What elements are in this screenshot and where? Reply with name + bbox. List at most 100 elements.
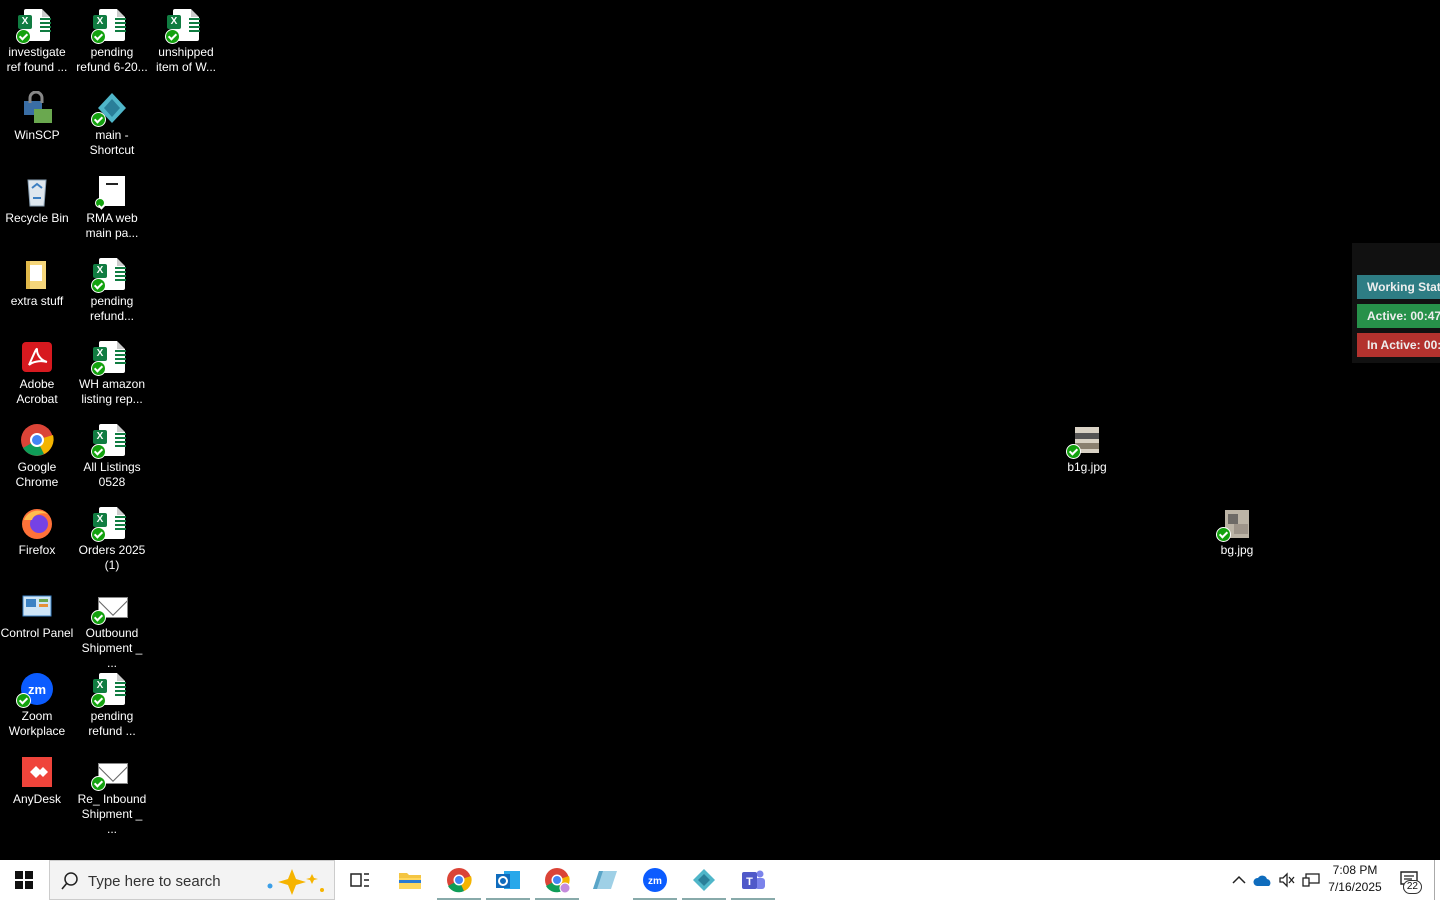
desktop-icon-firefox[interactable]: Firefox — [0, 500, 74, 558]
desktop-icon-adobe-acrobat[interactable]: Adobe Acrobat — [0, 334, 74, 407]
taskbar-zoom-button[interactable]: zm — [631, 860, 679, 900]
icon-label: RMA web main pa... — [85, 211, 139, 240]
working-status: Working Stat — [1357, 275, 1440, 299]
icon-label: pending refund... — [89, 294, 135, 323]
icon-label: Orders 2025 (1) — [78, 543, 146, 572]
mail-icon — [91, 589, 129, 625]
icon-label: Firefox — [18, 543, 56, 557]
windows-icon — [15, 871, 33, 889]
excel-file-icon: X — [91, 506, 129, 542]
desktop-icon-anydesk[interactable]: AnyDesk — [0, 749, 74, 807]
desktop-icon-pending-refund[interactable]: X pending refund... — [75, 251, 149, 324]
icon-label: All Listings 0528 — [83, 460, 141, 489]
app-shortcut-icon — [593, 871, 617, 889]
icon-label: Recycle Bin — [5, 211, 69, 225]
onedrive-button[interactable] — [1251, 860, 1275, 900]
excel-file-icon: X — [91, 672, 129, 708]
outlook-icon — [496, 871, 520, 889]
teams-icon: T — [742, 870, 765, 889]
icon-label: Adobe Acrobat — [16, 377, 58, 406]
desktop-icon-extra-stuff[interactable]: extra stuff — [0, 251, 74, 309]
network-icon — [1302, 873, 1320, 887]
desktop-icon-unshipped-item[interactable]: X unshipped item of W... — [149, 2, 223, 75]
icon-label: b1g.jpg — [1067, 460, 1107, 474]
taskbar-teams-button[interactable]: T — [729, 860, 777, 900]
zoom-icon: zm — [16, 672, 54, 708]
icon-label: unshipped item of W... — [155, 45, 216, 74]
desktop-icon-pending-refund-2[interactable]: X pending refund ... — [75, 666, 149, 739]
icon-label: pending refund 6-20... — [76, 45, 148, 74]
icon-label: pending refund ... — [88, 709, 136, 738]
clock-time: 7:08 PM — [1332, 863, 1378, 877]
icon-label: Outbound Shipment _ ... — [81, 626, 143, 670]
icon-label: Google Chrome — [15, 460, 59, 489]
icon-label: WinSCP — [14, 128, 60, 142]
excel-file-icon: X — [91, 8, 129, 44]
taskbar-chrome-button[interactable] — [435, 860, 483, 900]
desktop-icon-bg-jpg[interactable]: bg.jpg — [1200, 500, 1274, 558]
acrobat-icon — [20, 340, 54, 374]
chrome-icon — [447, 868, 472, 893]
recycle-bin-icon — [20, 174, 54, 208]
main-app-icon — [693, 869, 715, 891]
clock[interactable]: 7:08 PM 7/16/2025 — [1322, 862, 1388, 896]
desktop-icon-orders-2025[interactable]: X Orders 2025 (1) — [75, 500, 149, 573]
desktop-icon-rma-web[interactable]: RMA web main pa... — [75, 168, 149, 241]
desktop-icon-outbound-shipment[interactable]: Outbound Shipment _ ... — [75, 583, 149, 671]
svg-text:zm: zm — [28, 682, 46, 697]
taskbar-main-app-button[interactable] — [680, 860, 728, 900]
desktop-icon-control-panel[interactable]: Control Panel — [0, 583, 74, 641]
folder-icon — [399, 873, 421, 889]
start-button[interactable] — [0, 860, 48, 900]
desktop-icon-wh-amazon[interactable]: X WH amazon listing rep... — [75, 334, 149, 407]
winscp-icon — [20, 90, 54, 125]
chrome-icon — [20, 423, 54, 457]
time-tracker-widget[interactable]: Working Stat Active: 00:47 In Active: 00… — [1352, 243, 1440, 363]
notification-count: 22 — [1402, 880, 1422, 894]
desktop-icon-investigate-ref[interactable]: X investigate ref found ... — [0, 2, 74, 75]
sparkle-icon — [267, 869, 324, 895]
taskbar-chrome-profile-button[interactable] — [533, 860, 581, 900]
show-desktop-button[interactable] — [1434, 860, 1435, 900]
file-explorer-button[interactable] — [386, 860, 434, 900]
icon-label: Re_ Inbound Shipment _ ... — [77, 792, 147, 836]
chrome-profile-icon — [545, 868, 570, 893]
taskbar-app-shortcut-button[interactable] — [582, 860, 630, 900]
taskbar-outlook-button[interactable] — [484, 860, 532, 900]
desktop-icon-main-shortcut[interactable]: main - Shortcut — [75, 85, 149, 158]
volume-button[interactable] — [1275, 860, 1299, 900]
notification-center-button[interactable]: 22 — [1393, 860, 1427, 900]
mail-icon — [91, 755, 129, 791]
show-hidden-icons-button[interactable] — [1227, 860, 1251, 900]
excel-file-icon: X — [16, 8, 54, 44]
desktop-icon-google-chrome[interactable]: Google Chrome — [0, 417, 74, 490]
desktop-icon-recycle-bin[interactable]: Recycle Bin — [0, 168, 74, 226]
desktop-icon-re-inbound-shipment[interactable]: Re_ Inbound Shipment _ ... — [75, 749, 149, 837]
icon-label: extra stuff — [10, 294, 64, 308]
search-placeholder: Type here to search — [88, 873, 221, 890]
excel-file-icon: X — [91, 423, 129, 459]
control-panel-icon — [20, 589, 54, 623]
svg-text:zm: zm — [648, 876, 662, 887]
network-button[interactable] — [1299, 860, 1323, 900]
image-file-icon — [1066, 423, 1104, 459]
clock-date: 7/16/2025 — [1328, 880, 1382, 894]
desktop-icon-pending-refund-6-20[interactable]: X pending refund 6-20... — [75, 2, 149, 75]
taskbar: Type here to search zm T 7:08 PM 7/16/20… — [0, 860, 1440, 900]
task-view-button[interactable] — [336, 860, 384, 900]
firefox-icon — [20, 506, 54, 540]
desktop-icon-zoom-workplace[interactable]: zm Zoom Workplace — [0, 666, 74, 739]
desktop-icon-all-listings[interactable]: X All Listings 0528 — [75, 417, 149, 490]
icon-label: bg.jpg — [1220, 543, 1254, 557]
document-icon — [95, 174, 129, 208]
icon-label: investigate ref found ... — [6, 45, 68, 74]
search-box[interactable]: Type here to search — [49, 860, 335, 900]
active-timer: Active: 00:47 — [1357, 304, 1440, 328]
onedrive-icon — [1253, 875, 1271, 886]
excel-file-icon: X — [91, 340, 129, 376]
image-file-icon — [1216, 506, 1254, 542]
desktop: X investigate ref found ... WinSCP Recyc… — [0, 0, 1440, 860]
desktop-icon-winscp[interactable]: WinSCP — [0, 85, 74, 143]
excel-file-icon: X — [165, 8, 203, 44]
desktop-icon-b1g-jpg[interactable]: b1g.jpg — [1050, 417, 1124, 475]
